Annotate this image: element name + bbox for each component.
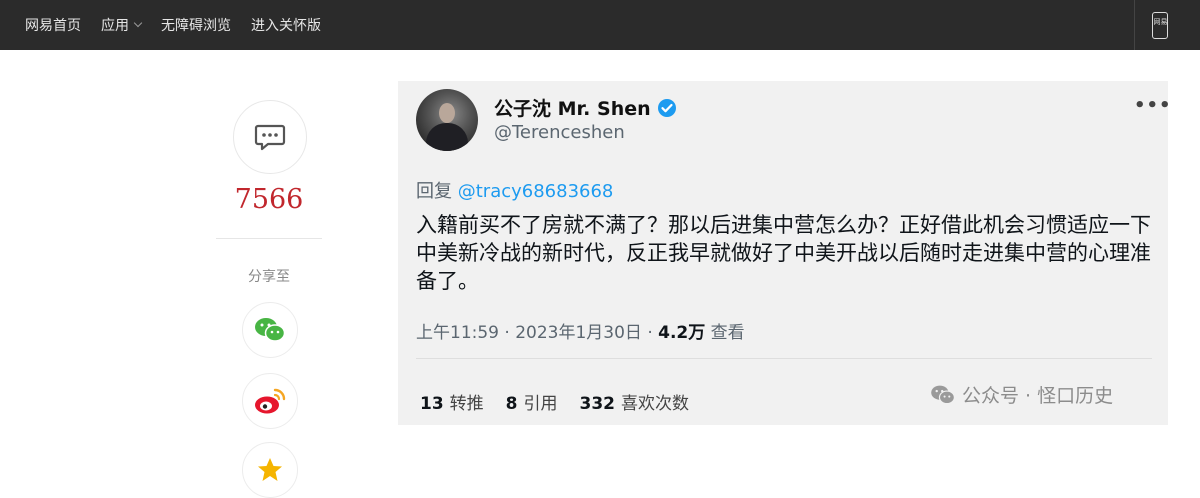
tweet-text: 入籍前买不了房就不满了？那以后进集中营怎么办？正好借此机会习惯适应一下中美新冷战… [416,213,1151,293]
phone-icon: 网易 [1151,11,1168,39]
comment-count[interactable]: 7566 [216,184,322,215]
share-qzone-button[interactable] [242,442,298,498]
likes-label: 喜欢次数 [621,394,690,414]
watermark: 公众号 · 怪口历史 [930,381,1113,408]
top-nav-bar: 网易首页 应用 无障碍浏览 进入关怀版 网易 [0,0,1200,50]
divider [216,238,322,239]
share-weibo-button[interactable] [242,373,298,429]
nav-apps-menu[interactable]: 应用 [101,15,143,35]
retweets-label: 转推 [449,394,484,414]
quotes-label: 引用 [523,394,558,414]
tweet-meta: 上午11:59 · 2023年1月30日 · 4.2万 查看 [416,318,745,343]
avatar [416,89,478,151]
retweets-stat: 13 转推 [420,389,484,414]
tweet-views-count: 4.2万 [658,323,706,343]
nav-care-mode-link[interactable]: 进入关怀版 [251,15,321,35]
nav-apps-label: 应用 [101,18,129,34]
mobile-version-button[interactable]: 网易 [1134,0,1184,50]
reply-mention: @tracy68683668 [457,181,614,202]
watermark-text: 公众号 · 怪口历史 [962,385,1114,407]
likes-stat: 332 喜欢次数 [580,389,690,414]
tweet-stats: 13 转推 8 引用 332 喜欢次数 [420,389,689,414]
qzone-star-icon [258,458,282,481]
tweet-display-name: 公子沈 Mr. Shen [494,94,677,121]
retweets-count: 13 [420,394,444,414]
tweet-views-label: 查看 [705,323,745,343]
more-options-icon: ••• [1134,95,1172,116]
nav-links: 网易首页 应用 无障碍浏览 进入关怀版 [25,0,341,50]
embedded-tweet-image: 公子沈 Mr. Shen @Terenceshen ••• 回复 @tracy6… [398,81,1171,425]
wechat-icon [255,318,286,342]
wechat-official-icon [931,385,955,404]
avatar-body [426,123,468,151]
nav-accessibility-link[interactable]: 无障碍浏览 [161,15,231,35]
quotes-stat: 8 引用 [506,389,558,414]
verified-badge-icon [657,98,677,118]
divider [416,358,1152,359]
share-label: 分享至 [248,269,290,285]
likes-count: 332 [579,394,616,414]
mobile-label: 网易 [1153,17,1168,26]
weibo-icon [255,388,286,414]
tweet-timestamp: 上午11:59 · 2023年1月30日 · [416,323,659,343]
comment-button[interactable] [233,100,307,174]
tweet-handle: @Terenceshen [494,122,625,143]
share-wechat-button[interactable] [242,302,298,358]
comment-bubble-icon [254,124,286,151]
avatar-face [439,103,455,123]
nav-home-link[interactable]: 网易首页 [25,15,81,35]
display-name-text: 公子沈 Mr. Shen [494,98,651,120]
quotes-count: 8 [505,394,518,414]
reply-prefix: 回复 [416,181,452,202]
reply-context: 回复 @tracy68683668 [416,177,613,203]
chevron-down-icon [133,18,143,28]
